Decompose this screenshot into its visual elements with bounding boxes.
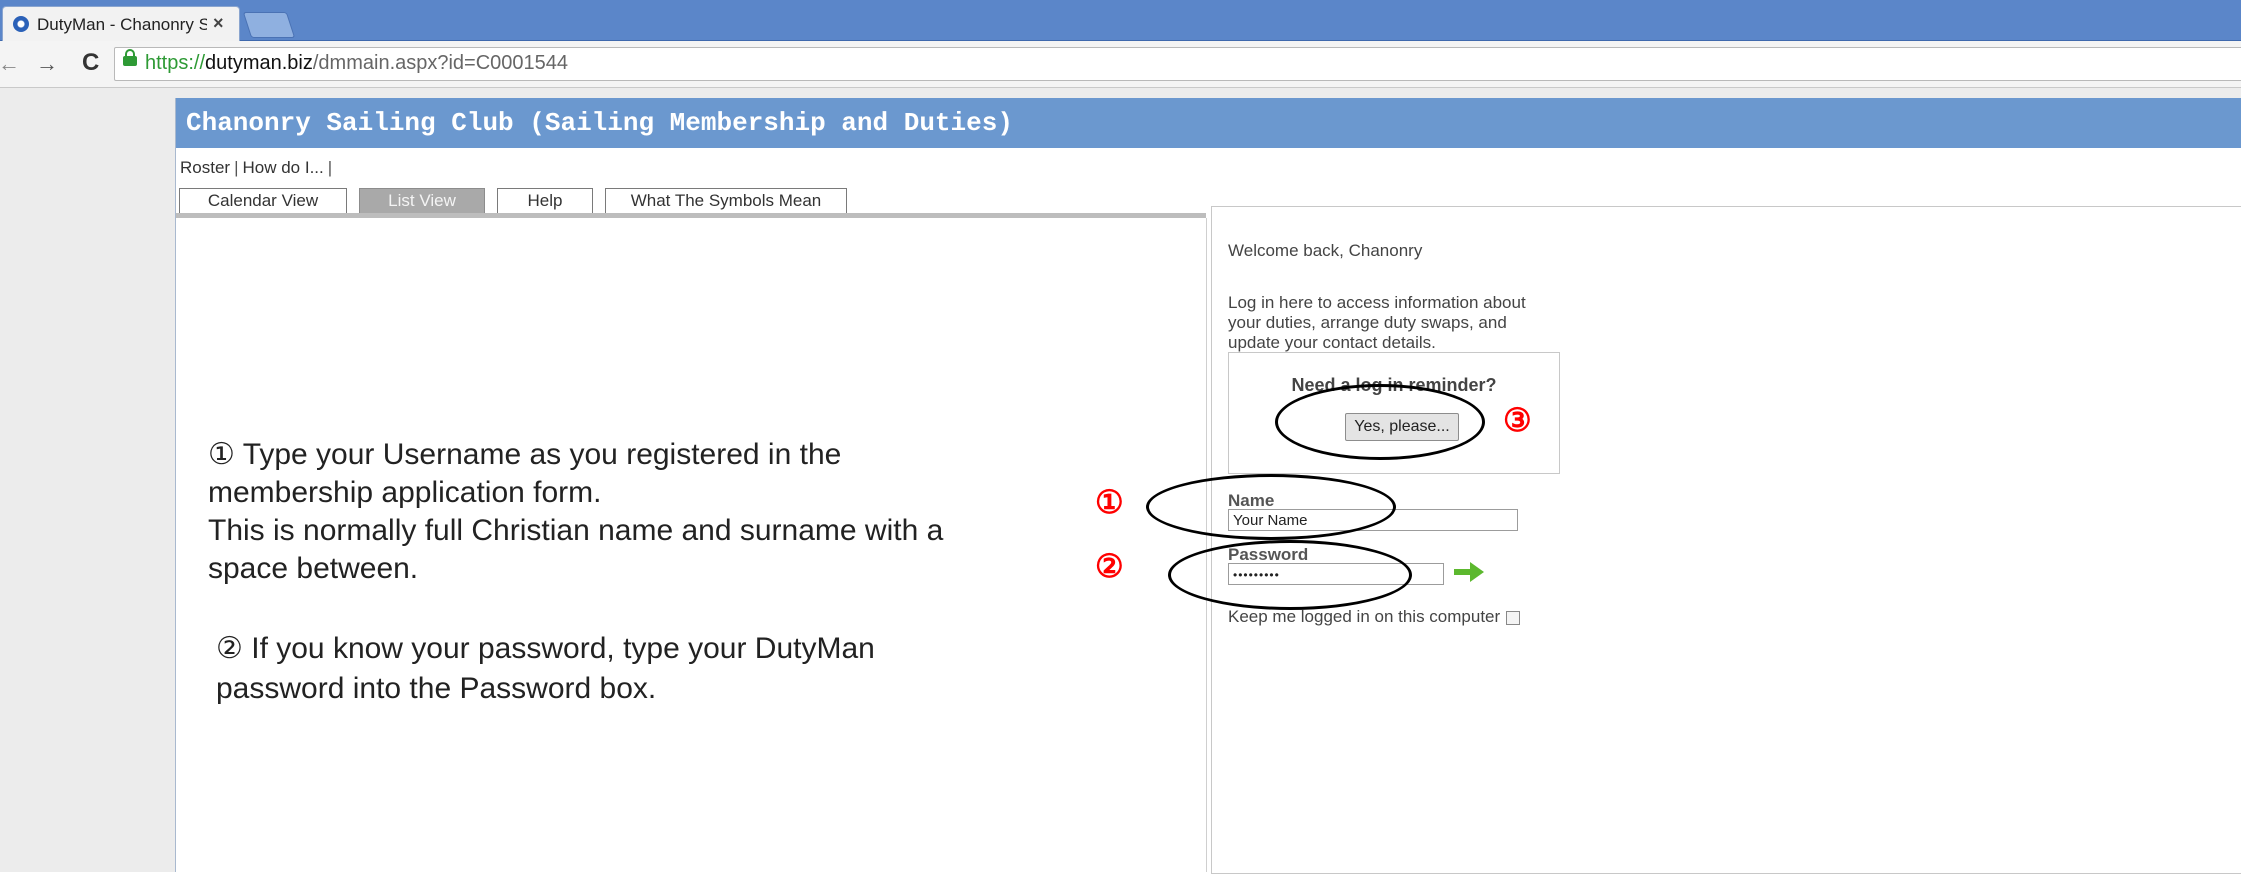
login-intro-line1: Log in here to access information about xyxy=(1228,293,1526,312)
browser-tab-bar: DutyMan - Chanonry Sailing Club × xyxy=(0,0,2241,41)
keep-logged-in-checkbox[interactable] xyxy=(1506,610,1521,625)
tab-help[interactable]: Help xyxy=(497,188,593,214)
tab-what-the-symbols-mean[interactable]: What The Symbols Mean xyxy=(605,188,847,214)
tab-list-view[interactable]: List View xyxy=(359,188,485,214)
annotation-marker-3: ③ xyxy=(1503,402,1532,438)
tab-title: DutyMan - Chanonry Sailing Club xyxy=(37,15,207,34)
forward-arrow-icon[interactable]: → xyxy=(36,51,58,77)
back-arrow-icon[interactable]: ← xyxy=(0,51,20,77)
tab-calendar-view[interactable]: Calendar View xyxy=(179,188,347,214)
annotation-ellipse-password xyxy=(1168,540,1412,610)
annotation-ellipse-name xyxy=(1146,474,1396,540)
lock-icon xyxy=(123,49,137,66)
browser-toolbar: ← → C https://dutyman.biz/dmmain.aspx?id… xyxy=(0,41,2241,88)
annotation-marker-2: ② xyxy=(1095,548,1124,584)
login-intro-line2: your duties, arrange duty swaps, and xyxy=(1228,313,1507,332)
reload-icon[interactable]: C xyxy=(82,49,99,77)
menu-item-roster[interactable]: Roster xyxy=(180,158,230,177)
browser-tab[interactable]: DutyMan - Chanonry Sailing Club × xyxy=(2,6,240,41)
keep-logged-in-label: Keep me logged in on this computer xyxy=(1228,607,1501,626)
main-content: ① Type your Username as you registered i… xyxy=(176,218,1207,872)
address-bar[interactable]: https://dutyman.biz/dmmain.aspx?id=C0001… xyxy=(114,47,2241,81)
close-tab-icon[interactable]: × xyxy=(213,13,224,34)
instruction-step1-line3: This is normally full Christian name and… xyxy=(208,514,944,547)
annotation-ellipse-yes-please xyxy=(1275,384,1485,460)
annotation-marker-1: ① xyxy=(1095,484,1124,520)
view-tabs: Calendar View List View Help What The Sy… xyxy=(176,188,1206,214)
instruction-step1-line4: space between. xyxy=(208,552,419,585)
site-header: Chanonry Sailing Club (Sailing Membershi… xyxy=(176,98,2241,148)
top-menu: Roster | How do I... | xyxy=(180,158,333,177)
instruction-step2-line1: ② If you know your password, type your D… xyxy=(216,632,875,665)
page-title: Chanonry Sailing Club (Sailing Membershi… xyxy=(186,108,1013,138)
instruction-step2-line2: password into the Password box. xyxy=(216,672,657,705)
login-panel: Welcome back, Chanonry Log in here to ac… xyxy=(1211,206,2241,874)
instruction-step1-line1: ① Type your Username as you registered i… xyxy=(208,438,842,471)
login-go-arrow-icon[interactable] xyxy=(1452,560,1486,584)
welcome-text: Welcome back, Chanonry xyxy=(1228,241,1423,260)
keep-logged-in: Keep me logged in on this computer xyxy=(1228,607,1521,627)
instruction-step1-line2: membership application form. xyxy=(208,476,602,509)
login-intro-line3: update your contact details. xyxy=(1228,333,1436,352)
new-tab-button[interactable] xyxy=(242,12,296,38)
url-text: https://dutyman.biz/dmmain.aspx?id=C0001… xyxy=(145,52,569,74)
menu-item-how-do-i[interactable]: How do I... xyxy=(243,158,324,177)
page-background: Chanonry Sailing Club (Sailing Membershi… xyxy=(0,88,2241,874)
site-favicon-icon xyxy=(13,16,29,32)
